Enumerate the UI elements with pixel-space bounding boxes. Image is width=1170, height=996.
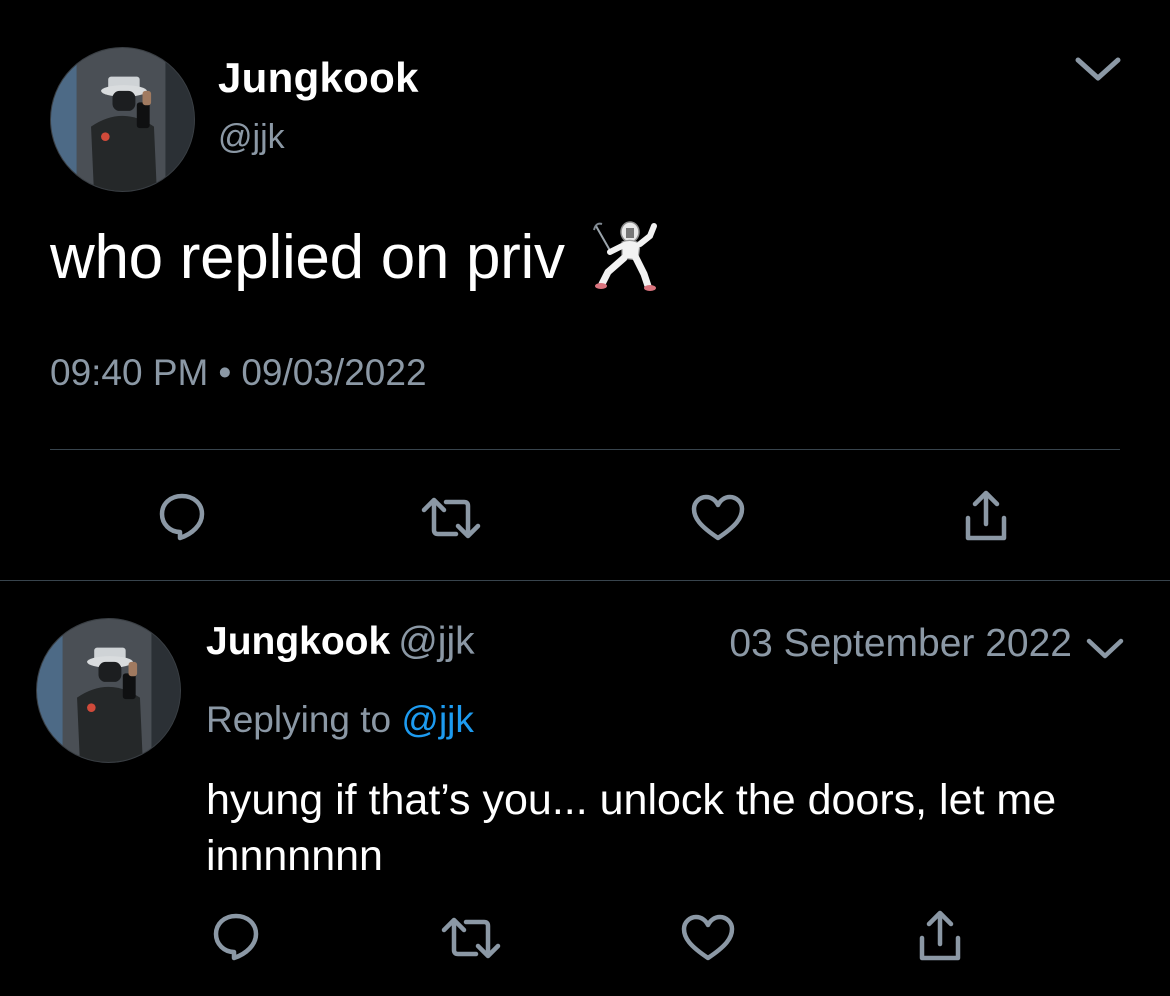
replying-to-mention[interactable]: @jjk — [401, 699, 474, 740]
tweet-text: who replied on priv — [50, 223, 565, 292]
heart-icon[interactable] — [690, 494, 746, 542]
heart-icon[interactable] — [680, 914, 736, 962]
reply-icon[interactable] — [210, 910, 262, 962]
reply-author-name[interactable]: Jungkook — [206, 620, 390, 663]
tweet-date: 09/03/2022 — [241, 352, 427, 393]
replying-to-label: Replying to — [206, 699, 392, 740]
replying-to: Replying to @jjk — [206, 699, 474, 741]
person-fencing-emoji — [592, 218, 662, 294]
chevron-down-icon[interactable] — [1072, 52, 1124, 86]
reply-author-avatar[interactable] — [36, 618, 181, 763]
author-handle[interactable]: @jjk — [218, 118, 285, 157]
meta-separator: • — [218, 352, 232, 393]
tweet-timestamp[interactable]: 09:40 PM • 09/03/2022 — [50, 352, 427, 394]
reply-date[interactable]: 03 September 2022 — [729, 622, 1072, 666]
avatar-photo — [51, 48, 194, 191]
reply-text: hyung if that’s you... unlock the doors,… — [206, 776, 1057, 880]
retweet-icon[interactable] — [420, 494, 482, 542]
chevron-down-icon[interactable] — [1084, 634, 1126, 662]
author-avatar[interactable] — [50, 47, 195, 192]
tweet-time: 09:40 PM — [50, 352, 209, 393]
retweet-icon[interactable] — [440, 914, 502, 962]
divider — [50, 449, 1120, 450]
author-name[interactable]: Jungkook — [218, 54, 419, 102]
share-icon[interactable] — [916, 908, 964, 964]
divider — [0, 580, 1170, 581]
reply-header: Jungkook @jjk — [206, 620, 475, 664]
avatar-photo — [37, 619, 180, 762]
reply-author-handle[interactable]: @jjk — [390, 620, 474, 663]
share-icon[interactable] — [962, 488, 1010, 544]
reply-icon[interactable] — [156, 490, 208, 542]
